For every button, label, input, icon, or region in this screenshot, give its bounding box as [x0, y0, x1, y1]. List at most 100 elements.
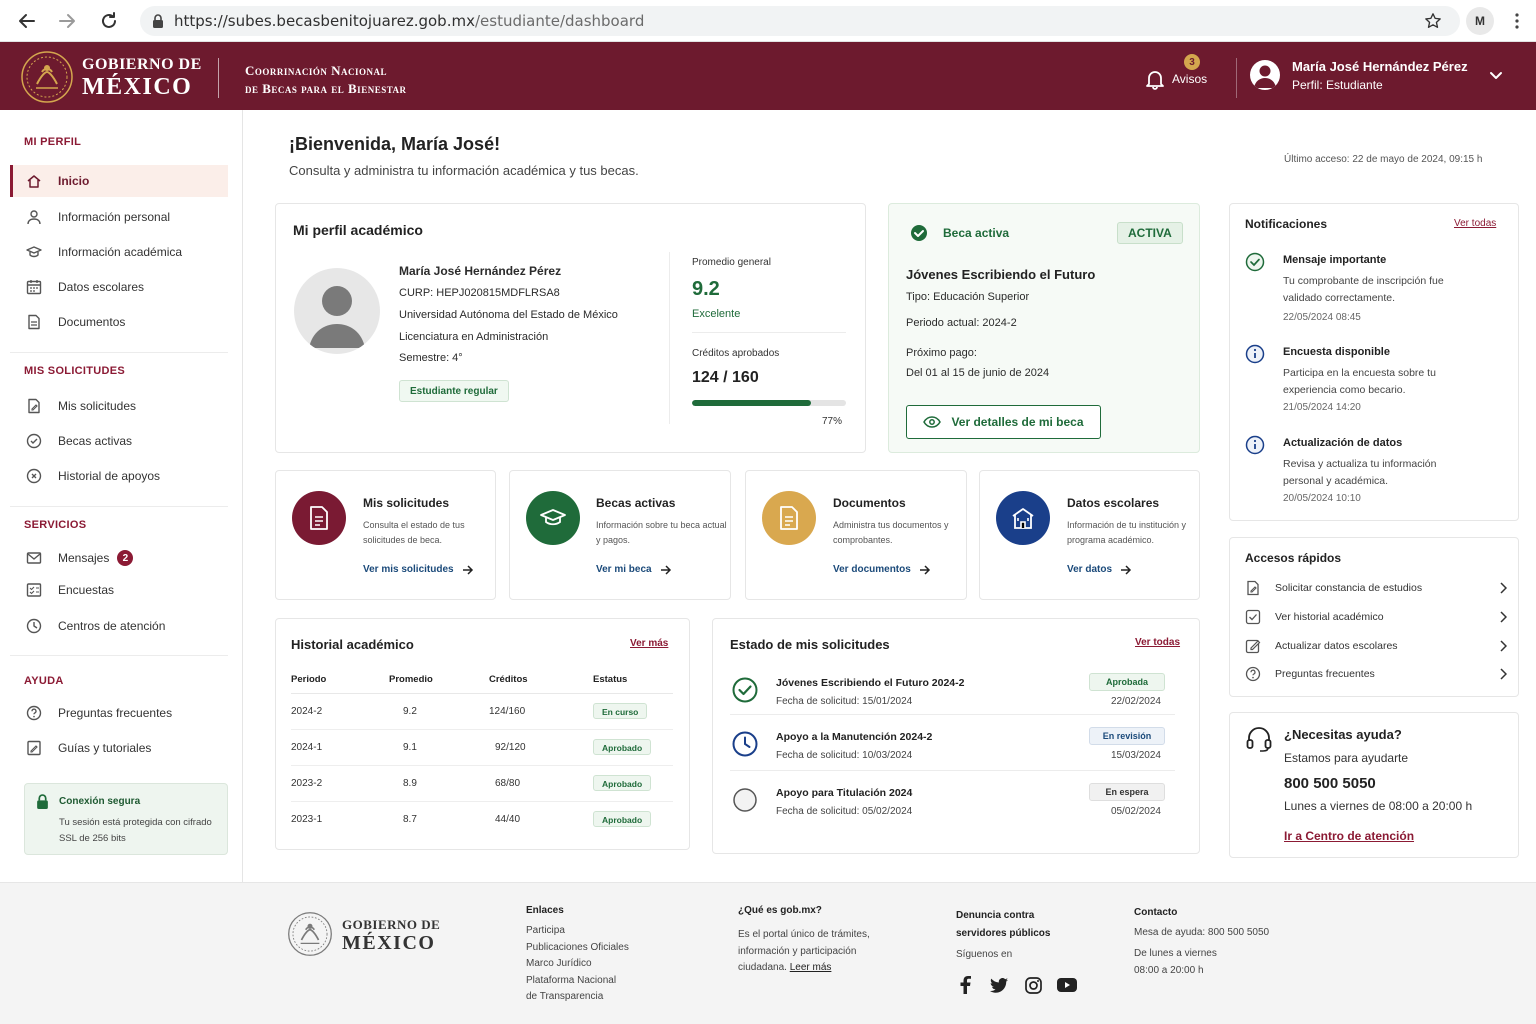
footer-link[interactable]: Participa	[526, 923, 629, 940]
quick-card-datos-escolares[interactable]: Datos escolares Información de tu instit…	[979, 470, 1200, 600]
footer-report-title[interactable]: Denuncia contra servidores públicos	[956, 907, 1050, 943]
notification-item[interactable]: Actualización de datos Revisa y actualiz…	[1245, 435, 1505, 519]
back-arrow-icon[interactable]	[16, 10, 38, 32]
student-avatar-icon	[294, 268, 380, 354]
request-item[interactable]: Apoyo para Titulación 2024 Fecha de soli…	[730, 783, 1175, 837]
sidebar-item-guias-tutoriales[interactable]: Guías y tutoriales	[10, 732, 228, 764]
footer-link[interactable]: Publicaciones Oficiales	[526, 940, 629, 957]
sidebar-item-informacion-academica[interactable]: Información académica	[10, 236, 228, 268]
notification-item[interactable]: Encuesta disponible Participa en la encu…	[1245, 344, 1505, 428]
reload-icon[interactable]	[98, 10, 120, 32]
help-center-link[interactable]: Ir a Centro de atención	[1284, 829, 1414, 843]
quick-access-item[interactable]: Preguntas frecuentes	[1245, 664, 1507, 684]
user-icon	[26, 209, 42, 225]
browser-menu-icon[interactable]	[1514, 12, 1520, 30]
url-host: https://subes.becasbenitojuarez.gob.mx	[174, 12, 475, 30]
footer-link[interactable]: de Transparencia	[526, 989, 629, 1006]
sidebar-item-mis-solicitudes[interactable]: Mis solicitudes	[10, 390, 228, 422]
bookmark-star-icon[interactable]	[1424, 12, 1442, 30]
footer-link[interactable]: Plataforma Nacional	[526, 973, 629, 990]
quick-card-becas[interactable]: Becas activas Información sobre tu beca …	[509, 470, 731, 600]
gov-seal-logo[interactable]	[20, 50, 74, 104]
request-name: Apoyo para Titulación 2024	[776, 787, 913, 799]
sidebar-item-inicio[interactable]: Inicio	[10, 165, 228, 197]
header-divider	[218, 58, 219, 98]
twitter-icon[interactable]	[989, 975, 1009, 995]
request-item[interactable]: Apoyo a la Manutención 2024-2 Fecha de s…	[730, 727, 1175, 781]
cell-status: Aprobado	[593, 765, 673, 802]
view-all-link[interactable]: Ver todas	[1135, 637, 1180, 648]
sidebar-item-label: Mensajes	[58, 551, 110, 565]
forward-arrow-icon[interactable]	[56, 10, 78, 32]
quick-card-link[interactable]: Ver datos	[1067, 564, 1132, 575]
vertical-divider	[669, 252, 670, 424]
browser-toolbar: https://subes.becasbenitojuarez.gob.mx/e…	[0, 0, 1536, 42]
quick-access-item[interactable]: Actualizar datos escolares	[1245, 636, 1507, 656]
divider	[730, 770, 1175, 771]
chevron-right-icon	[1499, 668, 1507, 680]
next-payment-value: Del 01 al 15 de junio de 2024	[906, 367, 1050, 379]
sidebar-item-centros-atencion[interactable]: Centros de atención	[10, 610, 228, 642]
sidebar-item-preguntas-frecuentes[interactable]: Preguntas frecuentes	[10, 697, 228, 729]
location-icon	[26, 618, 42, 634]
follow-us-label: Síguenos en	[956, 949, 1013, 960]
sidebar-item-informacion-personal[interactable]: Información personal	[10, 201, 228, 233]
scholarship-status-label: Beca activa	[943, 226, 1010, 240]
credits-progress-bar	[692, 400, 846, 406]
notification-item[interactable]: Mensaje importante Tu comprobante de ins…	[1245, 252, 1505, 336]
user-menu[interactable]: María José Hernández Pérez Perfil: Estud…	[1236, 42, 1526, 110]
instagram-icon[interactable]	[1023, 975, 1043, 995]
request-item[interactable]: Jóvenes Escribiendo el Futuro 2024-2 Fec…	[730, 673, 1175, 727]
cell-average: 8.9	[389, 765, 489, 802]
footer-link[interactable]: Marco Jurídico	[526, 956, 629, 973]
notification-text: Participa en la encuesta sobre tu experi…	[1283, 367, 1436, 396]
youtube-icon[interactable]	[1057, 975, 1077, 995]
view-all-link[interactable]: Ver todas	[1454, 218, 1496, 229]
average-rating: Excelente	[692, 308, 741, 320]
lock-icon	[152, 14, 164, 28]
quick-access-label: Actualizar datos escolares	[1275, 640, 1398, 652]
card-title: Estado de mis solicitudes	[730, 637, 890, 652]
column-header: Periodo	[291, 667, 389, 694]
document-icon	[26, 314, 42, 330]
sidebar-item-encuestas[interactable]: Encuestas	[10, 574, 228, 606]
gov-wordmark[interactable]: GOBIERNO DE MÉXICO	[82, 57, 202, 100]
quick-access-label: Ver historial académico	[1275, 611, 1384, 623]
arrow-right-icon	[919, 564, 931, 575]
view-scholarship-details-button[interactable]: Ver detalles de mi beca	[906, 405, 1101, 439]
footer-contact-hours-line1: De lunes a viernes	[1134, 948, 1217, 959]
cell-status: Aprobado	[593, 801, 673, 837]
cell-credits: 124/160	[489, 693, 593, 730]
quick-access-item[interactable]: Ver historial académico	[1245, 607, 1507, 627]
read-more-link[interactable]: Leer más	[790, 962, 832, 973]
sidebar-item-datos-escolares[interactable]: Datos escolares	[10, 271, 228, 303]
document-icon	[292, 491, 346, 545]
average-label: Promedio general	[692, 257, 771, 268]
sidebar-item-documentos[interactable]: Documentos	[10, 306, 228, 338]
cell-credits: 68/80	[489, 765, 593, 802]
help-card: ¿Necesitas ayuda? Estamos para ayudarte …	[1229, 712, 1519, 858]
status-badge: ACTIVA	[1117, 222, 1183, 244]
view-more-link[interactable]: Ver más	[630, 638, 668, 649]
chevron-down-icon[interactable]	[1488, 67, 1504, 83]
scholarship-period: Periodo actual: 2024-2	[906, 317, 1017, 329]
request-date: Fecha de solicitud: 10/03/2024	[776, 750, 913, 761]
quick-card-link[interactable]: Ver mis solicitudes	[363, 564, 474, 575]
facebook-icon[interactable]	[955, 975, 975, 995]
alerts-button[interactable]: 3 Avisos	[1144, 54, 1214, 100]
browser-profile-avatar[interactable]: M	[1466, 7, 1494, 35]
sidebar-item-becas-activas[interactable]: Becas activas	[10, 425, 228, 457]
address-bar[interactable]: https://subes.becasbenitojuarez.gob.mx/e…	[140, 6, 1460, 36]
student-status-badge: Estudiante regular	[399, 380, 509, 402]
table-header-row: Periodo Promedio Créditos Estatus	[291, 667, 673, 694]
quick-access-item[interactable]: Solicitar constancia de estudios	[1245, 578, 1507, 598]
request-name: Jóvenes Escribiendo el Futuro 2024-2	[776, 677, 965, 689]
card-title: Mi perfil académico	[293, 222, 423, 238]
quick-card-link[interactable]: Ver documentos	[833, 564, 931, 575]
sidebar-item-historial-apoyos[interactable]: Historial de apoyos	[10, 460, 228, 492]
quick-card-solicitudes[interactable]: Mis solicitudes Consulta el estado de tu…	[275, 470, 496, 600]
quick-card-link[interactable]: Ver mi beca	[596, 564, 672, 575]
sidebar-section-help: AYUDA	[24, 675, 64, 687]
sidebar-item-mensajes[interactable]: Mensajes 2	[10, 542, 228, 574]
quick-card-documentos[interactable]: Documentos Administra tus documentos y c…	[745, 470, 967, 600]
